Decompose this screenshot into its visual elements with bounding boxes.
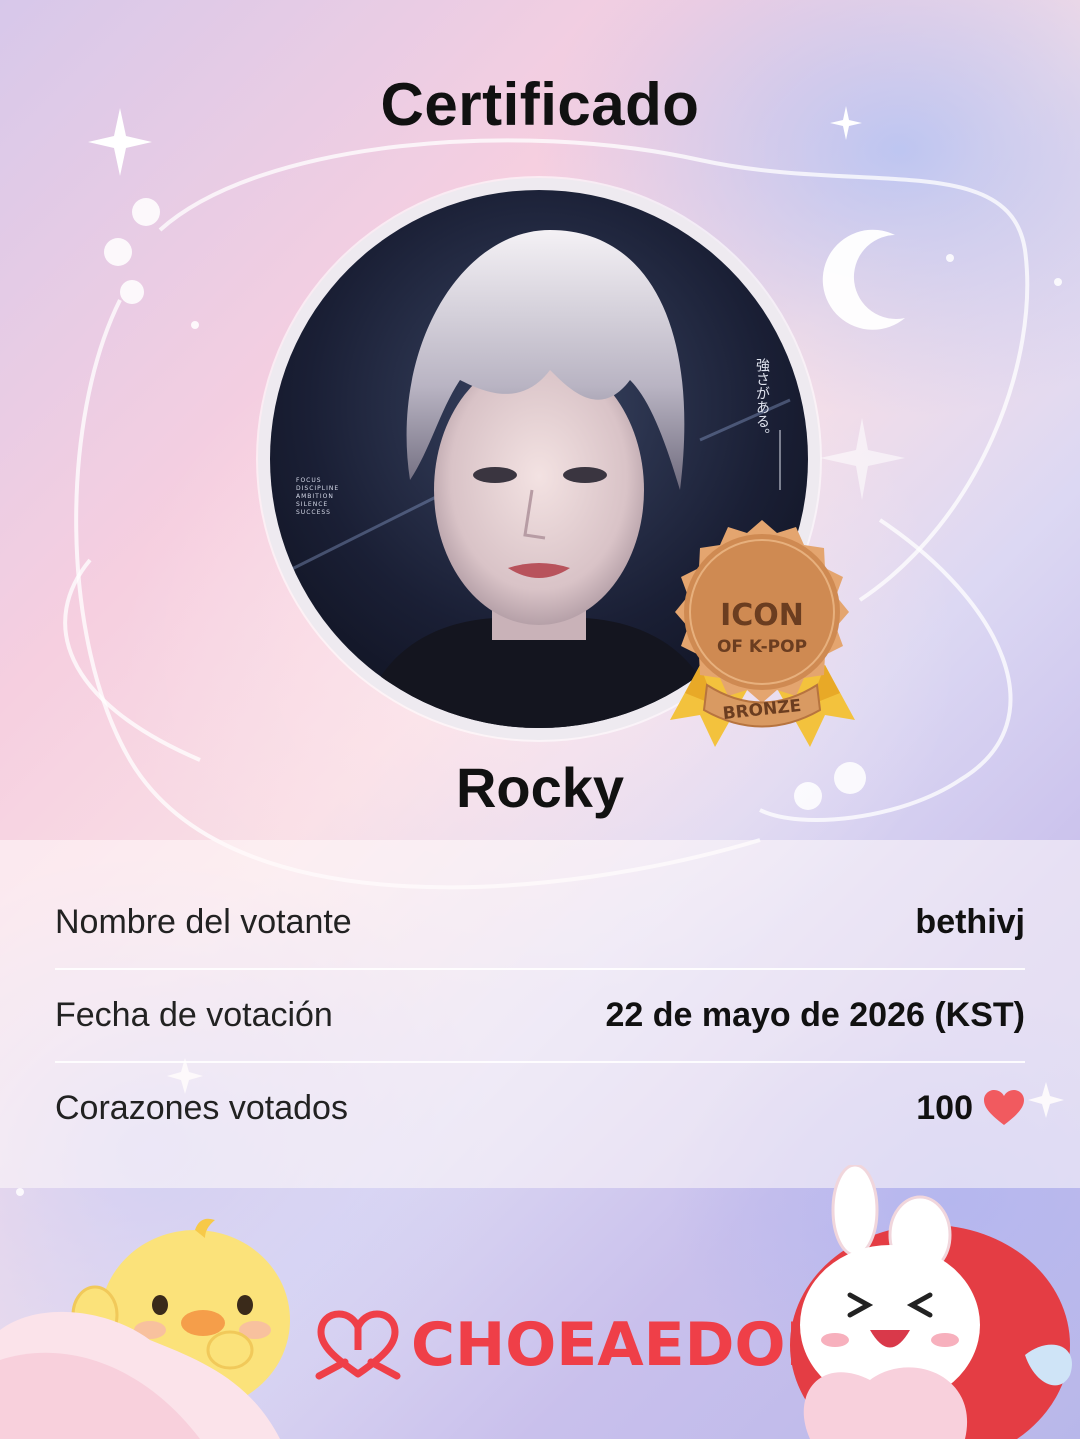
voter-name-value: bethivj [915, 902, 1025, 941]
photo-vertical-text: 強さがある。 [754, 358, 770, 442]
idol-name: Rocky [455, 756, 625, 819]
orb-dot [132, 198, 160, 226]
orb-dot [191, 321, 199, 329]
vote-date-row: Fecha de votación 22 de mayo de 2026 (KS… [55, 969, 1025, 1061]
hearts-voted-row: Corazones votados 100 [55, 1062, 1025, 1154]
hearts-voted-label: Corazones votados [55, 1088, 348, 1127]
brand-name: CHOEAEDOL [411, 1310, 824, 1380]
vote-date-value: 22 de mayo de 2026 (KST) [605, 995, 1025, 1034]
orb-dot [16, 1188, 24, 1196]
choeaedol-logo-icon [315, 1310, 401, 1380]
photo-word: DISCIPLINE [296, 485, 339, 492]
orb-dot [1054, 278, 1062, 286]
badge-subtitle: OF K-POP [717, 637, 807, 657]
badge-title: ICON [720, 598, 804, 633]
photo-word: AMBITION [296, 493, 334, 500]
orb-dot [104, 238, 132, 266]
photo-word: SILENCE [296, 501, 328, 508]
vote-date-label: Fecha de votación [55, 995, 333, 1034]
brand-logo: CHOEAEDOL [315, 1305, 824, 1385]
bunny-mascot-icon [790, 1165, 1072, 1439]
chick-mascot-icon [0, 1218, 290, 1439]
voter-name-label: Nombre del votante [55, 902, 352, 941]
photo-word: SUCCESS [296, 509, 331, 516]
orb-dot [120, 280, 144, 304]
orbit-line [63, 558, 201, 762]
orb-dot [946, 254, 954, 262]
page-title: Certificado [380, 71, 700, 138]
hearts-voted-value: 100 [916, 1088, 973, 1127]
hearts-voted-value-group: 100 [916, 1089, 1025, 1128]
voter-name-row: Nombre del votante bethivj [55, 876, 1025, 968]
bronze-badge: ICON OF K-POP BRONZE [670, 520, 855, 747]
sparkle-icon [820, 418, 905, 500]
photo-word: FOCUS [296, 477, 322, 484]
heart-icon [984, 1090, 1024, 1125]
moon-icon [822, 229, 905, 330]
